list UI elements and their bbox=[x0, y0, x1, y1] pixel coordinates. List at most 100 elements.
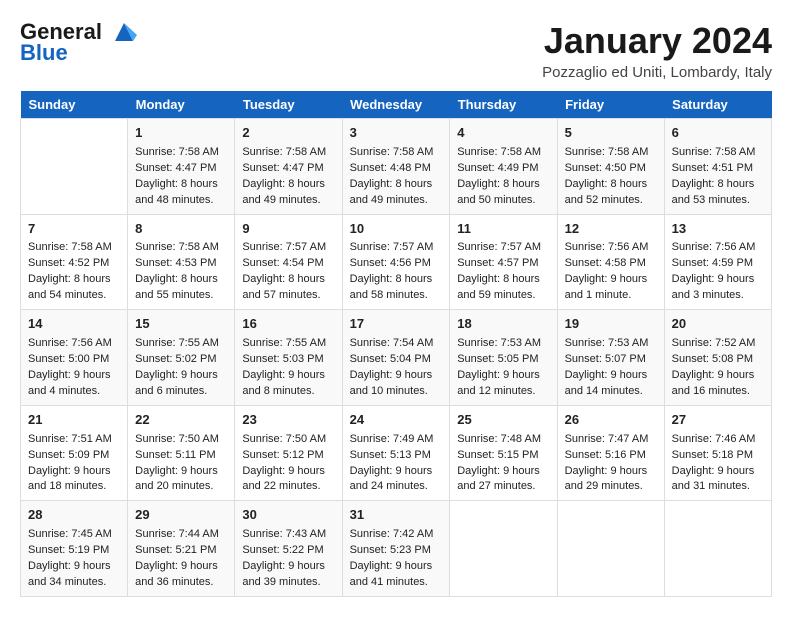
sunset-text: Sunset: 5:23 PM bbox=[350, 543, 443, 559]
day-number: 24 bbox=[350, 411, 443, 430]
day-number: 16 bbox=[242, 315, 334, 334]
daylight-text: Daylight: 8 hours and 49 minutes. bbox=[350, 177, 443, 209]
sunrise-text: Sunrise: 7:56 AM bbox=[565, 240, 657, 256]
sunset-text: Sunset: 4:53 PM bbox=[135, 256, 227, 272]
day-number: 22 bbox=[135, 411, 227, 430]
calendar-cell: 26Sunrise: 7:47 AMSunset: 5:16 PMDayligh… bbox=[557, 405, 664, 501]
sunset-text: Sunset: 5:19 PM bbox=[28, 543, 120, 559]
day-number: 23 bbox=[242, 411, 334, 430]
calendar-table: SundayMondayTuesdayWednesdayThursdayFrid… bbox=[20, 91, 772, 597]
daylight-text: Daylight: 9 hours and 14 minutes. bbox=[565, 368, 657, 400]
calendar-cell bbox=[450, 501, 557, 597]
sunrise-text: Sunrise: 7:58 AM bbox=[565, 145, 657, 161]
week-row-5: 28Sunrise: 7:45 AMSunset: 5:19 PMDayligh… bbox=[21, 501, 772, 597]
day-number: 4 bbox=[457, 124, 549, 143]
calendar-cell: 20Sunrise: 7:52 AMSunset: 5:08 PMDayligh… bbox=[664, 310, 771, 406]
daylight-text: Daylight: 9 hours and 4 minutes. bbox=[28, 368, 120, 400]
sunset-text: Sunset: 4:48 PM bbox=[350, 161, 443, 177]
sunrise-text: Sunrise: 7:53 AM bbox=[457, 336, 549, 352]
sunrise-text: Sunrise: 7:58 AM bbox=[242, 145, 334, 161]
daylight-text: Daylight: 9 hours and 20 minutes. bbox=[135, 464, 227, 496]
sunrise-text: Sunrise: 7:50 AM bbox=[135, 432, 227, 448]
sunrise-text: Sunrise: 7:49 AM bbox=[350, 432, 443, 448]
day-number: 29 bbox=[135, 506, 227, 525]
sunrise-text: Sunrise: 7:58 AM bbox=[28, 240, 120, 256]
daylight-text: Daylight: 9 hours and 12 minutes. bbox=[457, 368, 549, 400]
calendar-cell: 4Sunrise: 7:58 AMSunset: 4:49 PMDaylight… bbox=[450, 119, 557, 215]
logo: General Blue bbox=[20, 20, 137, 66]
sunset-text: Sunset: 4:57 PM bbox=[457, 256, 549, 272]
calendar-body: 1Sunrise: 7:58 AMSunset: 4:47 PMDaylight… bbox=[21, 119, 772, 597]
sunset-text: Sunset: 4:59 PM bbox=[672, 256, 764, 272]
daylight-text: Daylight: 9 hours and 36 minutes. bbox=[135, 559, 227, 591]
daylight-text: Daylight: 8 hours and 55 minutes. bbox=[135, 272, 227, 304]
week-row-4: 21Sunrise: 7:51 AMSunset: 5:09 PMDayligh… bbox=[21, 405, 772, 501]
calendar-cell: 7Sunrise: 7:58 AMSunset: 4:52 PMDaylight… bbox=[21, 214, 128, 310]
sunset-text: Sunset: 4:49 PM bbox=[457, 161, 549, 177]
day-number: 9 bbox=[242, 220, 334, 239]
day-number: 17 bbox=[350, 315, 443, 334]
header-sunday: Sunday bbox=[21, 91, 128, 119]
daylight-text: Daylight: 9 hours and 3 minutes. bbox=[672, 272, 764, 304]
location: Pozzaglio ed Uniti, Lombardy, Italy bbox=[542, 64, 772, 81]
calendar-cell: 23Sunrise: 7:50 AMSunset: 5:12 PMDayligh… bbox=[235, 405, 342, 501]
calendar-header-row: SundayMondayTuesdayWednesdayThursdayFrid… bbox=[21, 91, 772, 119]
sunrise-text: Sunrise: 7:57 AM bbox=[457, 240, 549, 256]
sunset-text: Sunset: 5:09 PM bbox=[28, 448, 120, 464]
sunset-text: Sunset: 4:54 PM bbox=[242, 256, 334, 272]
daylight-text: Daylight: 9 hours and 29 minutes. bbox=[565, 464, 657, 496]
daylight-text: Daylight: 8 hours and 53 minutes. bbox=[672, 177, 764, 209]
sunrise-text: Sunrise: 7:58 AM bbox=[457, 145, 549, 161]
daylight-text: Daylight: 8 hours and 58 minutes. bbox=[350, 272, 443, 304]
day-number: 15 bbox=[135, 315, 227, 334]
sunrise-text: Sunrise: 7:48 AM bbox=[457, 432, 549, 448]
sunrise-text: Sunrise: 7:58 AM bbox=[135, 240, 227, 256]
sunset-text: Sunset: 5:03 PM bbox=[242, 352, 334, 368]
sunrise-text: Sunrise: 7:54 AM bbox=[350, 336, 443, 352]
sunset-text: Sunset: 4:47 PM bbox=[242, 161, 334, 177]
calendar-cell: 8Sunrise: 7:58 AMSunset: 4:53 PMDaylight… bbox=[128, 214, 235, 310]
calendar-cell: 21Sunrise: 7:51 AMSunset: 5:09 PMDayligh… bbox=[21, 405, 128, 501]
daylight-text: Daylight: 9 hours and 39 minutes. bbox=[242, 559, 334, 591]
header-monday: Monday bbox=[128, 91, 235, 119]
calendar-cell: 19Sunrise: 7:53 AMSunset: 5:07 PMDayligh… bbox=[557, 310, 664, 406]
daylight-text: Daylight: 9 hours and 16 minutes. bbox=[672, 368, 764, 400]
sunset-text: Sunset: 4:52 PM bbox=[28, 256, 120, 272]
week-row-2: 7Sunrise: 7:58 AMSunset: 4:52 PMDaylight… bbox=[21, 214, 772, 310]
day-number: 6 bbox=[672, 124, 764, 143]
daylight-text: Daylight: 8 hours and 59 minutes. bbox=[457, 272, 549, 304]
calendar-cell bbox=[664, 501, 771, 597]
daylight-text: Daylight: 9 hours and 34 minutes. bbox=[28, 559, 120, 591]
calendar-cell: 24Sunrise: 7:49 AMSunset: 5:13 PMDayligh… bbox=[342, 405, 450, 501]
sunset-text: Sunset: 5:22 PM bbox=[242, 543, 334, 559]
calendar-cell: 29Sunrise: 7:44 AMSunset: 5:21 PMDayligh… bbox=[128, 501, 235, 597]
sunrise-text: Sunrise: 7:58 AM bbox=[350, 145, 443, 161]
day-number: 26 bbox=[565, 411, 657, 430]
header-friday: Friday bbox=[557, 91, 664, 119]
day-number: 13 bbox=[672, 220, 764, 239]
calendar-cell: 2Sunrise: 7:58 AMSunset: 4:47 PMDaylight… bbox=[235, 119, 342, 215]
week-row-1: 1Sunrise: 7:58 AMSunset: 4:47 PMDaylight… bbox=[21, 119, 772, 215]
logo-icon bbox=[111, 21, 137, 43]
daylight-text: Daylight: 8 hours and 52 minutes. bbox=[565, 177, 657, 209]
daylight-text: Daylight: 9 hours and 10 minutes. bbox=[350, 368, 443, 400]
calendar-cell bbox=[557, 501, 664, 597]
calendar-cell: 18Sunrise: 7:53 AMSunset: 5:05 PMDayligh… bbox=[450, 310, 557, 406]
sunset-text: Sunset: 4:56 PM bbox=[350, 256, 443, 272]
sunset-text: Sunset: 5:13 PM bbox=[350, 448, 443, 464]
sunset-text: Sunset: 5:08 PM bbox=[672, 352, 764, 368]
daylight-text: Daylight: 9 hours and 27 minutes. bbox=[457, 464, 549, 496]
daylight-text: Daylight: 9 hours and 1 minute. bbox=[565, 272, 657, 304]
daylight-text: Daylight: 9 hours and 8 minutes. bbox=[242, 368, 334, 400]
calendar-cell: 14Sunrise: 7:56 AMSunset: 5:00 PMDayligh… bbox=[21, 310, 128, 406]
day-number: 25 bbox=[457, 411, 549, 430]
daylight-text: Daylight: 8 hours and 48 minutes. bbox=[135, 177, 227, 209]
sunset-text: Sunset: 4:47 PM bbox=[135, 161, 227, 177]
sunrise-text: Sunrise: 7:58 AM bbox=[672, 145, 764, 161]
sunrise-text: Sunrise: 7:53 AM bbox=[565, 336, 657, 352]
calendar-cell: 13Sunrise: 7:56 AMSunset: 4:59 PMDayligh… bbox=[664, 214, 771, 310]
calendar-cell: 3 Sunrise: 7:58 AMSunset: 4:48 PMDaylight… bbox=[342, 119, 450, 215]
day-number: 3 bbox=[350, 124, 443, 143]
week-row-3: 14Sunrise: 7:56 AMSunset: 5:00 PMDayligh… bbox=[21, 310, 772, 406]
day-number: 20 bbox=[672, 315, 764, 334]
